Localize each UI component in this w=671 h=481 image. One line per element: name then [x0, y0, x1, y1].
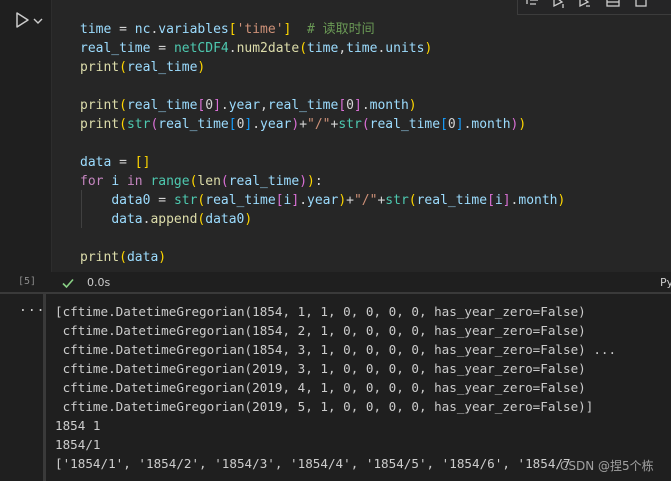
code-line-1: time = nc.variables['time'] # 读取时间 [80, 22, 375, 37]
execution-count: [5] [18, 276, 37, 287]
notebook-code-cell[interactable]: time = nc.variables['time'] # 读取时间 real_… [0, 0, 671, 292]
output-line: cftime.DatetimeGregorian(2019, 5, 1, 0, … [55, 399, 594, 414]
execution-time: 0.0s [87, 276, 111, 289]
chevron-down-icon[interactable] [32, 13, 44, 27]
watermark: CSDN @捏5个栋 [560, 459, 654, 473]
toolbar-execute-above-icon[interactable] [524, 0, 542, 12]
output-line: [cftime.DatetimeGregorian(1854, 1, 1, 0,… [55, 304, 586, 319]
toolbar-split-icon[interactable] [604, 0, 622, 12]
toolbar-more-icon[interactable] [632, 0, 650, 12]
code-line-2: real_time = netCDF4.num2date(time,time.u… [80, 41, 433, 56]
cell-toolbar [517, 0, 671, 15]
output-line: 1854/1 [55, 437, 101, 452]
output-line: ['1854/1', '1854/2', '1854/3', '1854/4',… [55, 456, 571, 471]
code-line-5: print(real_time[0].year,real_time[0].mon… [80, 98, 417, 113]
code-line-10: data0 = str(real_time[i].year)+"/"+str(r… [111, 193, 566, 208]
code-line-9: for i in range(len(real_time)): [80, 174, 323, 189]
code-line-13: print(data) [80, 250, 167, 265]
cell-language-label[interactable]: Py [660, 276, 671, 289]
cell-divider [0, 292, 671, 294]
toolbar-run-next-icon[interactable] [576, 0, 594, 12]
output-line: cftime.DatetimeGregorian(1854, 2, 1, 0, … [55, 323, 586, 338]
output-focus-bar [43, 294, 46, 481]
output-line: 1854 1 [55, 418, 101, 433]
code-line-3: print(real_time) [80, 60, 206, 75]
code-line-6: print(str(real_time[0].year)+"/"+str(rea… [80, 117, 527, 132]
output-line: cftime.DatetimeGregorian(1854, 3, 1, 0, … [55, 342, 617, 357]
run-cell-icon[interactable] [12, 10, 32, 30]
output-more-icon[interactable]: ... [19, 300, 45, 315]
code-line-8: data = [] [80, 155, 151, 170]
code-line-11: data.append(data0) [111, 212, 253, 227]
output-line: cftime.DatetimeGregorian(2019, 3, 1, 0, … [55, 361, 586, 376]
toolbar-execute-below-icon[interactable] [550, 0, 568, 12]
output-line: cftime.DatetimeGregorian(2019, 4, 1, 0, … [55, 380, 586, 395]
success-check-icon [60, 275, 76, 291]
